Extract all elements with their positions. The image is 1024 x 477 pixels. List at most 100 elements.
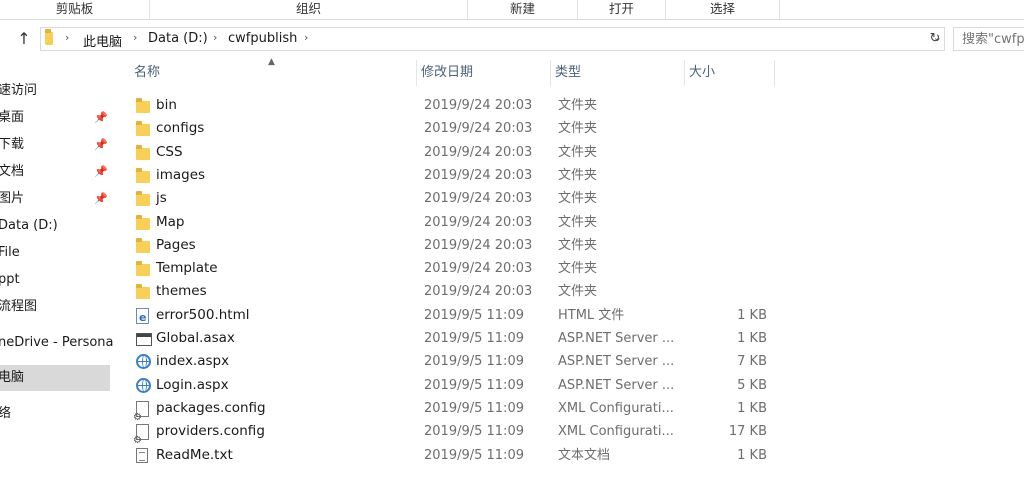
file-type: 文件夹 — [558, 284, 598, 300]
nav-item-label: ppt — [0, 272, 20, 287]
ribbon-group-clipboard: 剪贴板 — [0, 0, 150, 20]
table-row[interactable]: Pages 2019/9/24 20:03 文件夹 — [130, 234, 780, 257]
nav-item-desktop[interactable]: 桌面 📌 — [0, 105, 110, 131]
file-name: js — [156, 190, 167, 207]
column-header-date[interactable]: 修改日期 — [417, 60, 551, 86]
chevron-right-icon[interactable]: › — [133, 31, 137, 44]
column-header-size[interactable]: 大小 — [685, 60, 775, 86]
nav-item-downloads[interactable]: 下载 📌 — [0, 132, 110, 158]
nav-item-label: 络 — [0, 406, 12, 421]
folder-icon — [136, 121, 152, 137]
nav-item-onedrive[interactable]: neDrive - Persona — [0, 330, 114, 356]
nav-item-label: Data (D:) — [0, 218, 58, 233]
table-row[interactable]: index.aspx 2019/9/5 11:09 ASP.NET Server… — [130, 350, 780, 373]
file-name: bin — [156, 97, 177, 113]
refresh-icon[interactable]: ↻ — [927, 31, 943, 47]
folder-icon — [136, 98, 152, 114]
ribbon-group-labels: 剪贴板 组织 新建 打开 选择 — [0, 0, 1024, 20]
file-type: 文件夹 — [558, 214, 598, 230]
file-date: 2019/9/24 20:03 — [424, 167, 533, 183]
nav-item-data-d[interactable]: Data (D:) — [0, 213, 110, 239]
nav-item-file[interactable]: File — [0, 240, 110, 266]
table-row[interactable]: Template 2019/9/24 20:03 文件夹 — [130, 257, 780, 280]
ribbon-group-organize: 组织 — [150, 0, 468, 20]
address-bar[interactable]: › 此电脑 › Data (D:) › cwfpublish › ⌄ — [40, 27, 945, 51]
up-arrow-icon[interactable]: ↑ — [12, 28, 36, 50]
table-row[interactable]: packages.config 2019/9/5 11:09 XML Confi… — [130, 397, 780, 429]
nav-item-pictures[interactable]: 图片 📌 — [0, 186, 110, 212]
file-type: 文本文档 — [558, 447, 611, 463]
file-name: images — [156, 166, 206, 183]
file-type: XML Configurati... — [558, 400, 674, 416]
nav-item-label: File — [0, 245, 20, 260]
nav-item-documents[interactable]: 文档 📌 — [0, 159, 110, 185]
file-type: HTML 文件 — [558, 307, 625, 323]
search-box[interactable] — [953, 27, 1024, 51]
address-row: ↑ › 此电脑 › Data (D:) › cwfpublish › ⌄ ↻ — [0, 20, 1024, 58]
file-size: 1 KB — [737, 400, 767, 416]
file-date: 2019/9/5 11:09 — [424, 307, 524, 323]
file-name: Login.aspx — [156, 376, 229, 393]
table-row[interactable]: bin 2019/9/24 20:03 文件夹 — [130, 94, 780, 117]
nav-item-this-pc[interactable]: 电脑 — [0, 365, 110, 391]
table-row[interactable]: configs 2019/9/24 20:03 文件夹 — [130, 117, 780, 140]
nav-item-flowchart[interactable]: 流程图 — [0, 294, 110, 320]
table-row[interactable]: providers.config 2019/9/5 11:09 XML Conf… — [130, 420, 780, 452]
table-row[interactable]: Map 2019/9/24 20:03 文件夹 — [130, 211, 780, 234]
ribbon-group-new: 新建 — [468, 0, 578, 20]
table-row[interactable]: Login.aspx 2019/9/5 11:09 ASP.NET Server… — [130, 374, 780, 397]
file-name: index.aspx — [156, 353, 230, 370]
file-size: 1 KB — [737, 331, 767, 346]
pin-icon: 📌 — [94, 165, 108, 178]
file-type: 文件夹 — [558, 167, 598, 183]
file-date: 2019/9/5 11:09 — [424, 377, 524, 393]
nav-item-label: 文档 — [0, 164, 25, 179]
table-row[interactable]: js 2019/9/24 20:03 文件夹 — [130, 187, 780, 210]
folder-icon — [136, 214, 152, 231]
folder-icon — [136, 261, 152, 277]
config-file-icon — [133, 400, 152, 429]
breadcrumb-cwfpublish[interactable]: cwfpublish — [228, 31, 297, 46]
file-type: 文件夹 — [558, 98, 598, 113]
table-row[interactable]: error500.html 2019/9/5 11:09 HTML 文件 1 K… — [130, 304, 780, 329]
table-row[interactable]: ReadMe.txt 2019/9/5 11:09 文本文档 1 KB — [130, 444, 780, 467]
file-date: 2019/9/5 11:09 — [424, 400, 524, 416]
search-input[interactable] — [954, 28, 1024, 50]
nav-item-label: 速访问 — [0, 83, 38, 98]
chevron-right-icon[interactable]: › — [304, 31, 308, 44]
nav-item-label: 下载 — [0, 137, 25, 152]
file-date: 2019/9/24 20:03 — [424, 237, 533, 253]
chevron-right-icon[interactable]: › — [213, 31, 217, 44]
file-size: 7 KB — [737, 354, 767, 370]
nav-item-label: 电脑 — [0, 370, 25, 385]
table-row[interactable]: Global.asax 2019/9/5 11:09 ASP.NET Serve… — [130, 327, 780, 350]
file-size: 17 KB — [728, 424, 767, 440]
file-name: Global.asax — [156, 330, 235, 346]
nav-item-label: 图片 — [0, 191, 25, 206]
file-date: 2019/9/24 20:03 — [424, 191, 533, 207]
file-date: 2019/9/5 11:09 — [424, 447, 524, 463]
nav-item-quick-access[interactable]: 速访问 — [0, 78, 110, 104]
nav-item-label: 桌面 — [0, 110, 25, 125]
column-header-type[interactable]: 类型 — [551, 60, 685, 86]
table-row[interactable]: images 2019/9/24 20:03 文件夹 — [130, 164, 780, 187]
file-type: 文件夹 — [558, 261, 598, 277]
file-date: 2019/9/5 11:09 — [424, 331, 524, 346]
column-header-name[interactable]: 名称 — [130, 60, 417, 86]
table-row[interactable]: themes 2019/9/24 20:03 文件夹 — [130, 280, 780, 303]
nav-item-network[interactable]: 络 — [0, 401, 110, 427]
nav-item-ppt[interactable]: ppt — [0, 267, 110, 293]
file-name: themes — [156, 283, 207, 300]
breadcrumb-this-pc[interactable]: 此电脑 — [83, 31, 122, 50]
file-name: Pages — [156, 236, 196, 253]
html-file-icon — [136, 306, 152, 329]
file-name: error500.html — [156, 306, 250, 323]
file-date: 2019/9/5 11:09 — [424, 354, 524, 370]
chevron-right-icon[interactable]: › — [65, 31, 69, 44]
file-name: Map — [156, 213, 185, 230]
file-size: 1 KB — [737, 307, 767, 323]
table-row[interactable]: CSS 2019/9/24 20:03 文件夹 — [130, 141, 780, 164]
pin-icon: 📌 — [94, 138, 108, 151]
breadcrumb-drive-d[interactable]: Data (D:) — [148, 31, 208, 46]
folder-icon — [136, 237, 152, 254]
